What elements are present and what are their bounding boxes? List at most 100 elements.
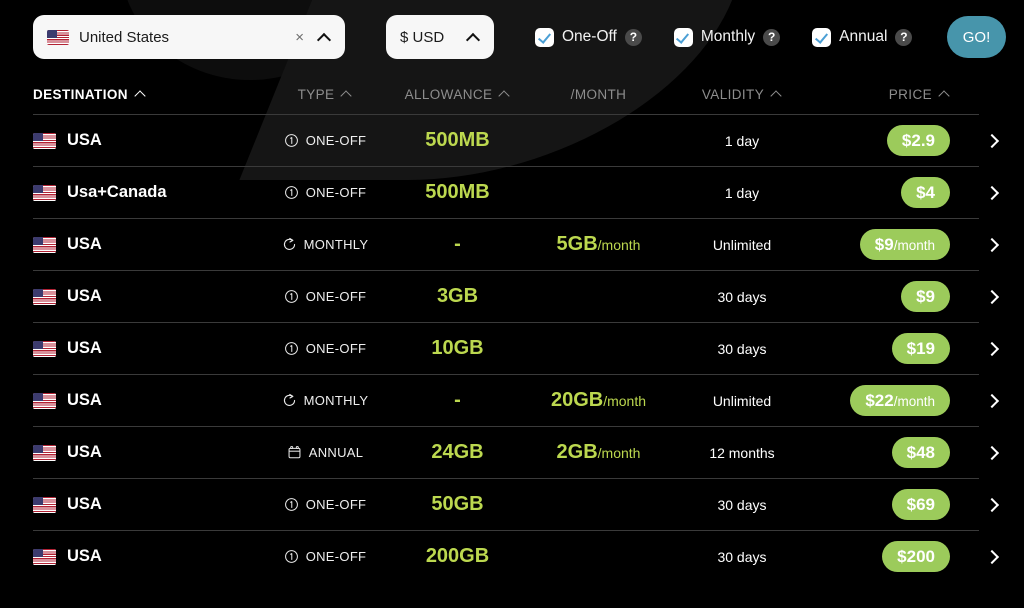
- clear-country-icon[interactable]: ×: [295, 30, 304, 45]
- column-header-type-label: TYPE: [298, 87, 335, 102]
- destination-label: USA: [67, 235, 102, 254]
- destination-name: USA: [33, 131, 102, 150]
- checkbox-monthly[interactable]: [674, 28, 693, 47]
- destination-name: USA: [33, 235, 102, 254]
- cell-validity: 12 months: [667, 445, 817, 461]
- price-badge[interactable]: $200: [882, 541, 950, 572]
- column-header-price[interactable]: PRICE: [817, 87, 972, 102]
- help-icon-annual[interactable]: ?: [895, 29, 912, 46]
- cell-validity: 30 days: [667, 549, 817, 565]
- us-flag-icon: [33, 393, 56, 409]
- validity-value: 1 day: [725, 185, 759, 201]
- type-label: ONE-OFF: [306, 341, 367, 356]
- filter-toolbar: United States × $ USD One-Off ? Monthly …: [0, 0, 1024, 74]
- cell-validity: Unlimited: [667, 237, 817, 253]
- destination-label: Usa+Canada: [67, 183, 167, 202]
- help-icon-one-off[interactable]: ?: [625, 29, 642, 46]
- column-header-month-label: /MONTH: [571, 87, 627, 102]
- validity-value: 30 days: [717, 497, 766, 513]
- cell-price: $4: [817, 177, 972, 208]
- filter-monthly[interactable]: Monthly ?: [674, 28, 780, 47]
- filter-annual[interactable]: Annual ?: [812, 28, 912, 47]
- row-chevron-right-icon[interactable]: [972, 448, 1012, 458]
- row-chevron-right-icon[interactable]: [972, 136, 1012, 146]
- type-label: ONE-OFF: [306, 549, 367, 564]
- cell-price: $48: [817, 437, 972, 468]
- table-row[interactable]: USA ONE-OFF 10GB 30 days $19: [0, 323, 1024, 374]
- cell-destination: USA: [33, 391, 265, 410]
- column-header-price-label: PRICE: [889, 87, 932, 102]
- price-amount: $48: [907, 443, 935, 462]
- cell-per-month: 5GB/month: [530, 233, 667, 256]
- destination-name: USA: [33, 443, 102, 462]
- table-row[interactable]: USAONE-OFF200GB30 days$200: [0, 531, 1024, 582]
- column-header-validity[interactable]: VALIDITY: [667, 87, 817, 102]
- us-flag-icon: [33, 289, 56, 305]
- table-row[interactable]: Usa+Canada ONE-OFF 500MB 1 day $4: [0, 167, 1024, 218]
- filter-one-off[interactable]: One-Off ?: [535, 28, 642, 47]
- price-badge[interactable]: $69: [892, 489, 950, 520]
- column-header-destination[interactable]: DESTINATION: [33, 87, 265, 102]
- cell-allowance: -: [385, 233, 530, 256]
- table-row[interactable]: USAONE-OFF500MB1 day$2.9: [0, 115, 1024, 166]
- table-row[interactable]: USAONE-OFF3GB30 days$9: [0, 271, 1024, 322]
- row-chevron-right-icon[interactable]: [972, 344, 1012, 354]
- row-chevron-right-icon[interactable]: [972, 500, 1012, 510]
- table-row[interactable]: USAANNUAL24GB2GB/month12 months$48: [0, 427, 1024, 478]
- type-label: ANNUAL: [309, 445, 364, 460]
- cell-validity: 30 days: [667, 341, 817, 357]
- price-suffix: /month: [894, 238, 935, 253]
- checkbox-one-off[interactable]: [535, 28, 554, 47]
- price-badge[interactable]: $2.9: [887, 125, 950, 156]
- price-badge[interactable]: $9/month: [860, 229, 950, 260]
- row-chevron-right-icon[interactable]: [972, 240, 1012, 250]
- row-chevron-right-icon[interactable]: [972, 188, 1012, 198]
- chevron-up-icon[interactable]: [318, 31, 331, 44]
- per-month-amount: 20GB: [551, 389, 603, 411]
- cell-allowance: 3GB: [385, 285, 530, 308]
- cell-price: $2.9: [817, 125, 972, 156]
- table-row[interactable]: USAMONTHLY-20GB/monthUnlimited$22/month: [0, 375, 1024, 426]
- cell-destination: USA: [33, 235, 265, 254]
- price-badge[interactable]: $9: [901, 281, 950, 312]
- destination-label: USA: [67, 339, 102, 358]
- row-chevron-right-icon[interactable]: [972, 292, 1012, 302]
- chevron-up-icon[interactable]: [467, 31, 480, 44]
- type-label: ONE-OFF: [306, 185, 367, 200]
- table-row[interactable]: USAONE-OFF50GB30 days$69: [0, 479, 1024, 530]
- price-badge[interactable]: $4: [901, 177, 950, 208]
- cell-validity: 1 day: [667, 133, 817, 149]
- currency-select[interactable]: $ USD: [386, 15, 494, 59]
- checkbox-annual[interactable]: [812, 28, 831, 47]
- validity-value: 30 days: [717, 549, 766, 565]
- row-chevron-right-icon[interactable]: [972, 396, 1012, 406]
- per-month-amount: 5GB: [557, 233, 598, 255]
- validity-value: 12 months: [709, 445, 774, 461]
- per-month-value: 20GB/month: [551, 389, 646, 412]
- price-badge[interactable]: $19: [892, 333, 950, 364]
- recurring-icon: [282, 237, 298, 253]
- cell-destination: USA: [33, 495, 265, 514]
- destination-label: USA: [67, 443, 102, 462]
- price-amount: $9: [916, 287, 935, 306]
- one-off-icon: [284, 185, 300, 201]
- country-select[interactable]: United States ×: [33, 15, 345, 59]
- go-button[interactable]: GO!: [947, 16, 1006, 58]
- allowance-value: 500MB: [425, 181, 489, 204]
- price-badge[interactable]: $48: [892, 437, 950, 468]
- row-chevron-right-icon[interactable]: [972, 552, 1012, 562]
- help-icon-monthly[interactable]: ?: [763, 29, 780, 46]
- destination-label: USA: [67, 547, 102, 566]
- cell-allowance: 10GB: [385, 337, 530, 360]
- allowance-value: -: [454, 233, 461, 256]
- column-header-type[interactable]: TYPE: [265, 87, 385, 102]
- per-month-suffix: /month: [603, 393, 646, 409]
- cell-type: ONE-OFF: [265, 497, 385, 513]
- cell-validity: 30 days: [667, 289, 817, 305]
- table-row[interactable]: USAMONTHLY-5GB/monthUnlimited$9/month: [0, 219, 1024, 270]
- cell-validity: 1 day: [667, 185, 817, 201]
- price-badge[interactable]: $22/month: [850, 385, 950, 416]
- type-label: MONTHLY: [304, 393, 369, 408]
- column-header-allowance[interactable]: ALLOWANCE: [385, 87, 530, 102]
- column-header-month[interactable]: /MONTH: [530, 87, 667, 102]
